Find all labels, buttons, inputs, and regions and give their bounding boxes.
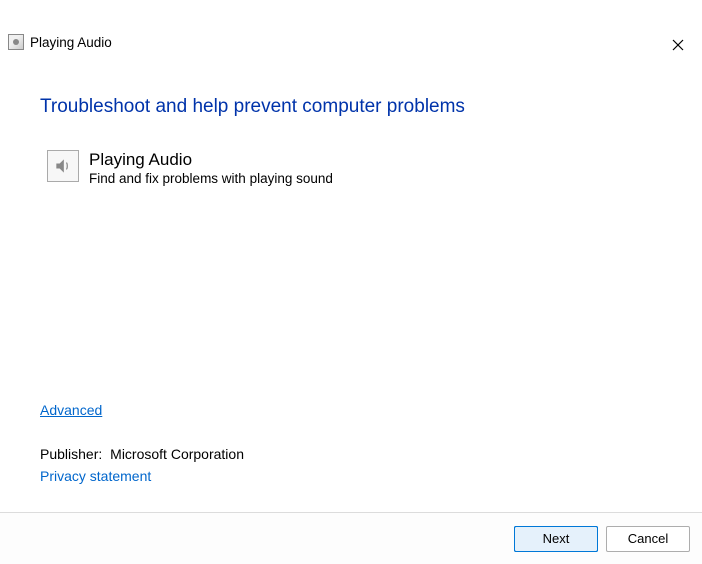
- window-title-bar: Playing Audio: [0, 28, 702, 52]
- lower-section: Advanced Publisher: Microsoft Corporatio…: [40, 402, 244, 484]
- audio-icon: [8, 34, 24, 50]
- page-heading: Troubleshoot and help prevent computer p…: [40, 96, 662, 118]
- speaker-icon: [47, 150, 79, 182]
- next-button[interactable]: Next: [514, 526, 598, 552]
- troubleshooter-text: Playing Audio Find and fix problems with…: [89, 150, 333, 186]
- footer-bar: Next Cancel: [0, 512, 702, 564]
- troubleshooter-item: Playing Audio Find and fix problems with…: [40, 150, 662, 186]
- advanced-link[interactable]: Advanced: [40, 402, 102, 418]
- troubleshooter-description: Find and fix problems with playing sound: [89, 171, 333, 186]
- close-icon: [672, 39, 684, 51]
- privacy-link[interactable]: Privacy statement: [40, 468, 151, 484]
- publisher-label: Publisher:: [40, 446, 102, 462]
- window-title: Playing Audio: [30, 35, 112, 50]
- publisher-row: Publisher: Microsoft Corporation: [40, 446, 244, 462]
- cancel-button[interactable]: Cancel: [606, 526, 690, 552]
- troubleshooter-title: Playing Audio: [89, 150, 333, 170]
- publisher-value: Microsoft Corporation: [110, 446, 244, 462]
- close-button[interactable]: [664, 34, 692, 56]
- content-area: Troubleshoot and help prevent computer p…: [0, 52, 702, 186]
